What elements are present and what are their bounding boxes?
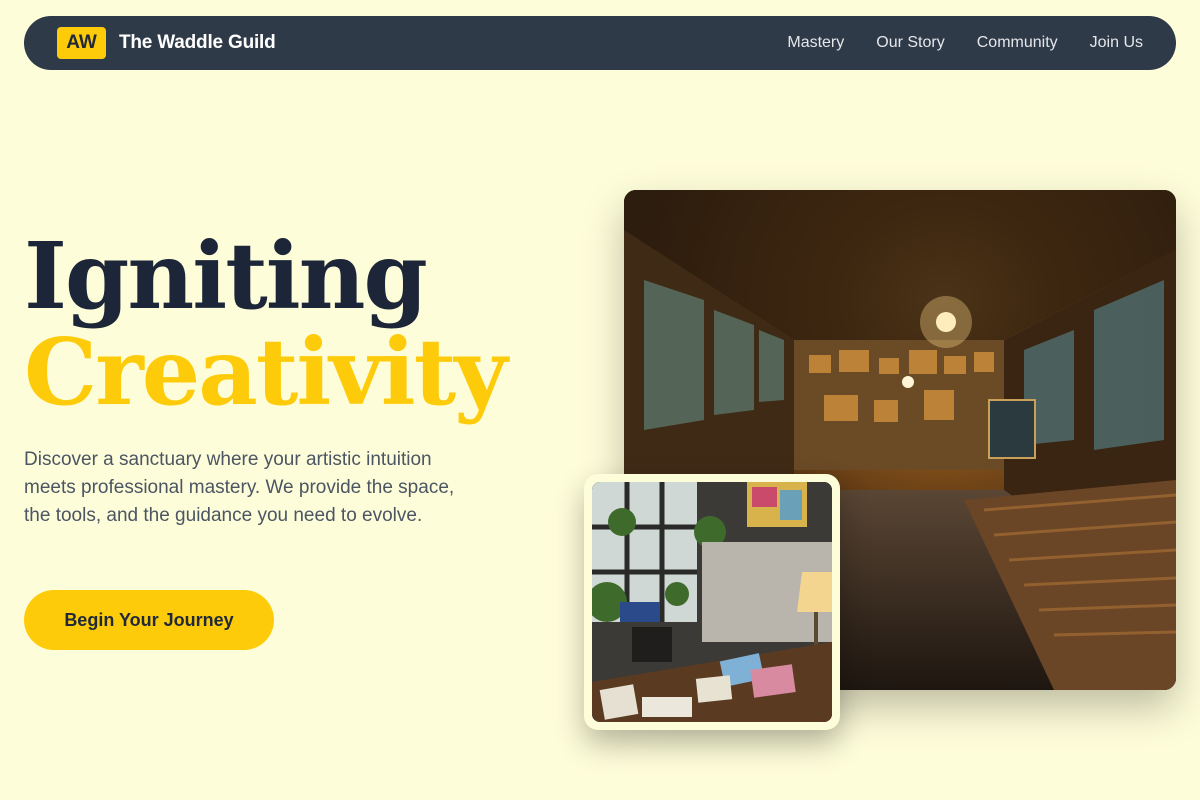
studio-photo-illustration [592,482,832,722]
nav-link-mastery[interactable]: Mastery [787,34,844,52]
nav-link-join-us[interactable]: Join Us [1090,34,1143,52]
hero-title-line1: Igniting [24,222,428,330]
hero-title-line2: Creativity [24,318,508,426]
nav-link-community[interactable]: Community [977,34,1058,52]
hero-title: Igniting Creativity [24,222,508,426]
studio-photo-frame [584,474,840,730]
nav-link-our-story[interactable]: Our Story [876,34,944,52]
begin-journey-button[interactable]: Begin Your Journey [24,590,274,650]
studio-photo [592,482,832,722]
hero-description: Discover a sanctuary where your artistic… [24,449,455,526]
logo-badge: AW [57,27,106,59]
nav-links: Mastery Our Story Community Join Us [787,34,1143,52]
brand-name: The Waddle Guild [119,32,276,53]
top-navbar: AW The Waddle Guild Mastery Our Story Co… [24,16,1176,70]
brand[interactable]: AW The Waddle Guild [57,27,276,59]
